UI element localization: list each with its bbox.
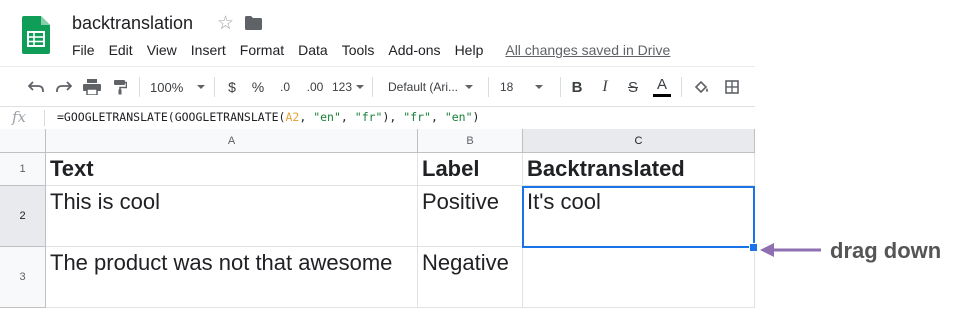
decrease-decimal-button[interactable]: .0 — [274, 67, 296, 107]
formula-text: , — [299, 110, 314, 124]
toolbar-divider — [139, 77, 140, 97]
menu-view[interactable]: View — [147, 42, 177, 58]
function-icon: fx — [12, 108, 27, 126]
cell-a3[interactable]: The product was not that awesome — [46, 247, 418, 308]
menu-file[interactable]: File — [72, 42, 95, 58]
menu-edit[interactable]: Edit — [109, 42, 133, 58]
selected-cell-outline — [522, 186, 755, 248]
font-family-select[interactable]: Default (Ari... — [388, 67, 480, 107]
menu-help[interactable]: Help — [455, 42, 484, 58]
formula-divider — [44, 110, 45, 126]
cell-a2[interactable]: This is cool — [46, 186, 418, 247]
row-header-2[interactable]: 2 — [0, 186, 46, 247]
toolbar-divider — [372, 77, 373, 97]
column-header-b[interactable]: B — [418, 129, 523, 153]
drag-down-annotation: drag down — [830, 238, 942, 263]
toolbar-divider — [681, 77, 682, 97]
select-all-corner[interactable] — [0, 129, 46, 153]
zoom-select[interactable]: 100% — [150, 67, 208, 107]
percent-format-button[interactable]: % — [250, 67, 266, 107]
cell-c1[interactable]: Backtranslated — [523, 153, 755, 186]
bold-button[interactable]: B — [569, 67, 585, 107]
text-color-label: A — [656, 75, 667, 93]
menu-addons[interactable]: Add-ons — [388, 42, 440, 58]
decrease-decimal-label: .0 — [279, 80, 290, 94]
sheets-logo-icon[interactable] — [22, 16, 50, 54]
formula-cell-ref: A2 — [285, 110, 300, 124]
cell-c3[interactable] — [523, 247, 755, 308]
menu-insert[interactable]: Insert — [191, 42, 226, 58]
strikethrough-button[interactable]: S — [625, 67, 641, 107]
menu-tools[interactable]: Tools — [342, 42, 375, 58]
formula-string: "fr" — [403, 110, 431, 124]
increase-decimal-label: .00 — [306, 80, 324, 94]
cell-a1[interactable]: Text — [46, 153, 418, 186]
fill-color-icon[interactable] — [692, 67, 712, 107]
toolbar-divider — [560, 77, 561, 97]
formula-string: "fr" — [354, 110, 383, 124]
formula-bar: fx =GOOGLETRANSLATE(GOOGLETRANSLATE(A2, … — [0, 106, 755, 130]
cell-b3[interactable]: Negative — [418, 247, 523, 308]
zoom-value: 100% — [150, 79, 184, 95]
column-header-c[interactable]: C — [523, 129, 755, 153]
toolbar-divider — [214, 77, 215, 97]
print-icon[interactable] — [81, 67, 103, 107]
toolbar: 100% $ % .0 .00 123 Default (Ari... 18 B… — [0, 66, 755, 107]
saved-status-link[interactable]: All changes saved in Drive — [505, 42, 670, 58]
toolbar-divider — [488, 77, 489, 97]
font-family-value: Default (Ari... — [388, 80, 459, 94]
cell-b2[interactable]: Positive — [418, 186, 523, 247]
row-header-3[interactable]: 3 — [0, 247, 46, 308]
chevron-down-icon — [197, 85, 206, 89]
folder-icon[interactable] — [245, 16, 262, 30]
undo-icon[interactable] — [25, 67, 47, 107]
formula-string: "en" — [444, 110, 473, 124]
menu-data[interactable]: Data — [298, 42, 328, 58]
spreadsheet-app: backtranslation ☆ File Edit View Insert … — [0, 0, 758, 312]
text-color-swatch — [653, 93, 671, 97]
chevron-down-icon — [465, 85, 474, 89]
more-formats-button[interactable]: 123 — [331, 67, 365, 107]
cell-b1[interactable]: Label — [418, 153, 523, 186]
redo-icon[interactable] — [53, 67, 75, 107]
paint-format-icon[interactable] — [109, 67, 131, 107]
text-color-button[interactable]: A — [652, 67, 672, 107]
menu-bar: File Edit View Insert Format Data Tools … — [72, 41, 670, 59]
formula-text: , — [340, 110, 355, 124]
font-size-value: 18 — [500, 80, 514, 94]
formula-text: ) — [472, 110, 480, 124]
formula-text: =GOOGLETRANSLATE(GOOGLETRANSLATE( — [57, 110, 286, 124]
star-icon[interactable]: ☆ — [217, 12, 234, 35]
currency-format-button[interactable]: $ — [224, 67, 240, 107]
more-formats-label: 123 — [331, 80, 353, 94]
formula-text: ), — [382, 110, 404, 124]
borders-icon[interactable] — [722, 67, 742, 107]
column-header-a[interactable]: A — [46, 129, 418, 153]
formula-input[interactable]: =GOOGLETRANSLATE(GOOGLETRANSLATE(A2, "en… — [57, 110, 479, 124]
row-header-1[interactable]: 1 — [0, 153, 46, 186]
document-title[interactable]: backtranslation — [72, 13, 193, 34]
formula-string: "en" — [313, 110, 341, 124]
menu-format[interactable]: Format — [240, 42, 284, 58]
italic-button[interactable]: I — [597, 67, 613, 107]
fill-handle[interactable] — [749, 243, 758, 252]
formula-text: , — [430, 110, 445, 124]
arrow-left-icon — [760, 243, 821, 257]
font-size-select[interactable]: 18 — [500, 67, 552, 107]
chevron-down-icon — [356, 85, 365, 89]
increase-decimal-button[interactable]: .00 — [302, 67, 328, 107]
sheet-grid: A B C 1 2 3 Text Label Backtranslated Th… — [0, 129, 758, 312]
chevron-down-icon — [535, 85, 544, 89]
